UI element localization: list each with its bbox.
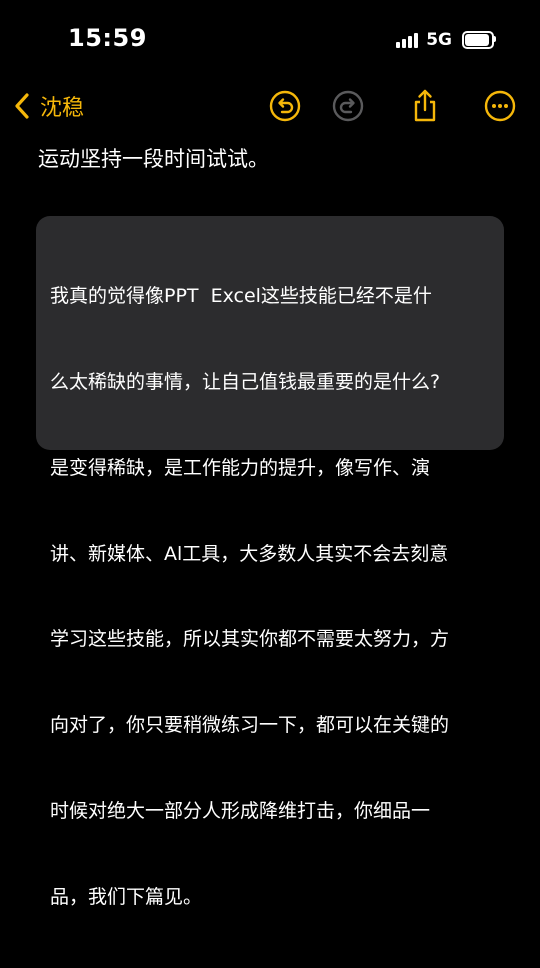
quote-line: 向对了，你只要稍微练习一下，都可以在关键的 [50, 714, 450, 737]
quote-line: 学习这些技能，所以其实你都不需要太努力，方 [50, 628, 450, 651]
note-quote-block[interactable]: 我真的觉得像PPT Excel这些技能已经不是什 么太稀缺的事情，让自己值钱最重… [36, 216, 504, 908]
share-button[interactable] [407, 88, 443, 124]
navigation-bar: 沈稳 [0, 80, 540, 132]
redo-button[interactable] [330, 88, 366, 124]
status-bar: 15:59 5G [0, 0, 540, 80]
chevron-left-icon [15, 93, 29, 119]
more-button[interactable] [482, 88, 518, 124]
redo-icon [332, 90, 364, 122]
quote-line: 时候对绝大一部分人形成降维打击，你细品一 [50, 799, 431, 822]
quote-line: 是变得稀缺，是工作能力的提升，像写作、演 [50, 456, 431, 479]
quote-text: 我真的觉得像PPT Excel这些技能已经不是什 么太稀缺的事情，让自己值钱最重… [50, 225, 490, 968]
quote-line: 我真的觉得像PPT Excel这些技能已经不是什 [50, 285, 432, 308]
back-button[interactable]: 沈稳 [10, 88, 84, 124]
battery-icon [462, 31, 496, 49]
undo-button[interactable] [267, 88, 303, 124]
quote-line: 品，我们下篇见。 [50, 885, 203, 908]
note-body-text[interactable]: 运动坚持一段时间试试。 [38, 145, 508, 173]
quote-line: 讲、新媒体、Al工具，大多数人其实不会去刻意 [50, 542, 449, 565]
status-indicators: 5G [396, 29, 496, 51]
cellular-signal-icon [396, 32, 419, 48]
more-icon [484, 90, 516, 122]
share-icon [414, 89, 436, 122]
status-time: 15:59 [68, 24, 147, 52]
undo-icon [269, 90, 301, 122]
quote-line: 么太稀缺的事情，让自己值钱最重要的是什么? [50, 370, 441, 393]
back-button-label: 沈稳 [40, 96, 85, 121]
network-type-label: 5G [426, 30, 452, 50]
